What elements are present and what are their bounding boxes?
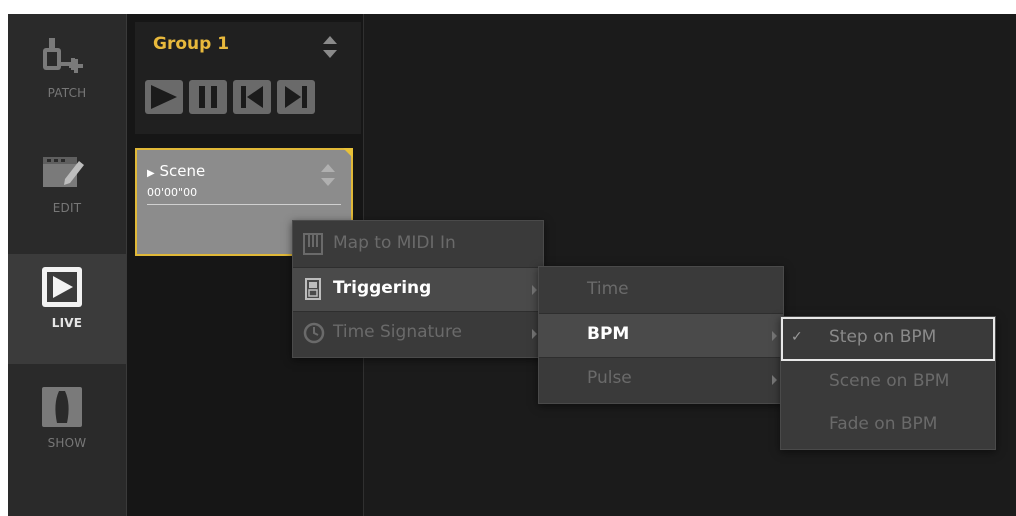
menu-item-time[interactable]: Time: [539, 269, 783, 312]
group-title[interactable]: Group 1: [153, 34, 229, 54]
menu-item-bpm[interactable]: BPM: [539, 314, 783, 357]
menu-label-scene-on-bpm: Scene on BPM: [829, 371, 950, 391]
menu-item-pulse[interactable]: Pulse: [539, 358, 783, 401]
next-icon: [285, 86, 307, 108]
previous-button[interactable]: [233, 80, 271, 114]
scene-context-menu: Map to MIDI In Triggering Time Signature: [292, 220, 544, 358]
nav-label-show: SHOW: [47, 436, 87, 450]
menu-label-time-signature: Time Signature: [333, 322, 463, 342]
submenu-arrow-icon: [532, 329, 537, 339]
menu-item-map-to-midi-in[interactable]: Map to MIDI In: [293, 223, 543, 266]
edit-icon: [43, 157, 84, 187]
menu-label-pulse: Pulse: [587, 368, 632, 388]
menu-label-bpm: BPM: [587, 324, 630, 344]
play-icon: [151, 85, 177, 109]
trigger-icon: [305, 278, 321, 300]
menu-item-step-on-bpm[interactable]: ✓ Step on BPM: [781, 317, 995, 360]
menu-item-time-signature[interactable]: Time Signature: [293, 312, 543, 355]
scene-time: 00'00"00: [147, 186, 198, 199]
menu-label-fade-on-bpm: Fade on BPM: [829, 414, 938, 434]
nav-item-patch[interactable]: PATCH: [8, 24, 126, 134]
check-icon: ✓: [791, 329, 803, 345]
menu-item-scene-on-bpm[interactable]: Scene on BPM: [781, 361, 995, 404]
scene-expand-icon[interactable]: ▶: [147, 168, 155, 179]
menu-label-map-to-midi-in: Map to MIDI In: [333, 233, 456, 253]
nav-label-patch: PATCH: [47, 86, 87, 100]
live-icon: [42, 267, 82, 307]
scene-progress-line: [147, 204, 341, 205]
bpm-submenu: ✓ Step on BPM Scene on BPM Fade on BPM: [780, 316, 996, 450]
previous-icon: [241, 86, 263, 108]
next-button[interactable]: [277, 80, 315, 114]
nav-label-edit: EDIT: [52, 201, 82, 215]
submenu-arrow-icon: [772, 375, 777, 385]
menu-item-triggering[interactable]: Triggering: [293, 268, 543, 311]
play-button[interactable]: [145, 80, 183, 114]
menu-label-triggering: Triggering: [333, 278, 432, 298]
app-window: PATCH EDIT LIVE SHOW Group 1 ▶ Scene 00'…: [8, 14, 1016, 516]
nav-label-live: LIVE: [51, 316, 83, 330]
left-nav: PATCH EDIT LIVE SHOW: [8, 14, 127, 516]
group-order-stepper-icon[interactable]: [323, 36, 337, 58]
submenu-arrow-icon: [772, 331, 777, 341]
submenu-arrow-icon: [532, 285, 537, 295]
clock-icon: [303, 322, 325, 344]
patch-icon: [43, 38, 83, 73]
menu-label-step-on-bpm: Step on BPM: [829, 327, 937, 347]
midi-piano-icon: [303, 233, 323, 255]
triggering-submenu: Time BPM Pulse: [538, 266, 784, 404]
scene-order-stepper-icon[interactable]: [321, 164, 335, 186]
show-icon: [42, 387, 82, 427]
nav-item-live[interactable]: LIVE: [8, 254, 126, 364]
group-header: Group 1: [135, 22, 361, 134]
pause-icon: [199, 86, 217, 108]
pause-button[interactable]: [189, 80, 227, 114]
nav-item-show[interactable]: SHOW: [8, 374, 126, 484]
scene-card-corner-marker: [343, 148, 353, 158]
scene-name: Scene: [159, 162, 206, 180]
scene-name-row: ▶ Scene: [147, 162, 205, 180]
menu-label-time: Time: [587, 279, 629, 299]
menu-item-fade-on-bpm[interactable]: Fade on BPM: [781, 404, 995, 447]
nav-item-edit[interactable]: EDIT: [8, 139, 126, 249]
